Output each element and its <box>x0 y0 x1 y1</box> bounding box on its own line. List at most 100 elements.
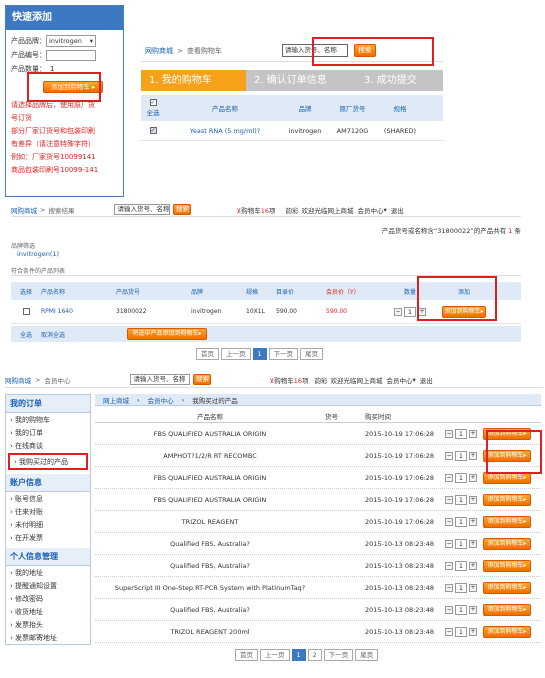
nav-home[interactable]: 网购商城 <box>11 205 37 215</box>
add-to-cart-button[interactable]: 添加到购物车▸ <box>483 493 531 506</box>
pager-last[interactable]: 尾页 <box>355 649 379 661</box>
row-product-name[interactable]: AMPHOT?1/2/R RT RECOMBC <box>95 452 325 460</box>
plus-icon[interactable]: + <box>469 561 477 570</box>
search-button[interactable]: 搜索 <box>173 204 192 215</box>
pager-next[interactable]: 下一页 <box>323 649 354 661</box>
chevron-down-icon: ▾ <box>383 205 387 214</box>
row-product-name[interactable]: Qualified FBS, Australia? <box>95 562 325 570</box>
row-product-name[interactable]: RPMI 1640 <box>41 308 116 315</box>
minus-icon[interactable]: − <box>445 583 453 592</box>
quantity-stepper[interactable]: −1 + <box>445 516 477 527</box>
nav-home[interactable]: 网购商城 <box>5 375 31 385</box>
row-product-name[interactable]: SuperScript III One-Step RT-PCR System w… <box>95 584 325 592</box>
sidebar-item-invoices[interactable]: › 在开发票 <box>6 531 90 544</box>
select-all-link[interactable]: 全选 <box>11 330 41 339</box>
breadcrumb-item[interactable]: 会员中心 <box>140 395 182 405</box>
breadcrumb-item[interactable]: 网上商城 <box>95 395 137 405</box>
sidebar-item-purchased[interactable]: › 我购买过的产品 <box>8 453 88 470</box>
plus-icon[interactable]: + <box>469 605 477 614</box>
row-product-name[interactable]: FBS QUALIFIED AUSTRALIA ORIGIN <box>95 430 325 438</box>
plus-icon[interactable]: + <box>469 517 477 526</box>
plus-icon[interactable]: + <box>469 495 477 504</box>
sidebar-item-negotiation[interactable]: › 在线商谈 <box>6 439 90 452</box>
cancel-all-link[interactable]: 取消全选 <box>41 330 127 339</box>
add-to-cart-button[interactable]: 添加到购物车▸ <box>483 581 531 594</box>
minus-icon[interactable]: − <box>445 627 453 636</box>
row-product-name[interactable]: Yeast RNA (5 mg/ml)? <box>165 127 285 135</box>
plus-icon[interactable]: + <box>469 539 477 548</box>
search-input[interactable]: 请输入货号、名称 <box>114 204 171 215</box>
select-all-checkbox[interactable]: ✓ <box>149 99 157 106</box>
bulk-add-button[interactable]: 将选中产品添加到购物车▸ <box>127 328 207 340</box>
breadcrumb-home[interactable]: 网购商城 <box>145 46 173 56</box>
member-center-link[interactable]: 会员中心 <box>387 375 413 385</box>
quantity-stepper[interactable]: −1 + <box>445 494 477 505</box>
sidebar-item-shipping[interactable]: › 收货地址 <box>6 605 90 618</box>
minus-icon[interactable]: − <box>445 517 453 526</box>
minus-icon[interactable]: − <box>445 561 453 570</box>
pager-page-1[interactable]: 1 <box>291 649 306 661</box>
quantity-stepper[interactable]: −1 + <box>445 428 477 439</box>
row-checkbox[interactable] <box>22 308 30 315</box>
sidebar-item-account[interactable]: › 账号信息 <box>6 492 90 505</box>
minus-icon[interactable]: − <box>445 451 453 460</box>
sidebar-item-notifications[interactable]: › 提醒通知设置 <box>6 579 90 592</box>
quantity-stepper[interactable]: −1 + <box>445 538 477 549</box>
sidebar-item-invoice-title[interactable]: › 发票抬头 <box>6 618 90 631</box>
minus-icon[interactable]: − <box>445 605 453 614</box>
quantity-stepper[interactable]: −1 + <box>445 472 477 483</box>
pager-page-2[interactable]: 2 <box>307 649 322 661</box>
minus-icon[interactable]: − <box>445 429 453 438</box>
add-to-cart-button[interactable]: 添加到购物车▸ <box>483 537 531 550</box>
filter-brand-link[interactable]: invitrogen(1) <box>17 250 521 258</box>
sidebar-item-cart[interactable]: › 我的购物车 <box>6 413 90 426</box>
sidebar-item-invoice-address[interactable]: › 发票邮寄地址 <box>6 631 90 644</box>
cart-icon[interactable]: ⊻购物车16项 <box>269 375 308 385</box>
pager-prev[interactable]: 上一页 <box>221 348 251 360</box>
add-to-cart-button[interactable]: 添加到购物车▸ <box>483 603 531 616</box>
logout-link[interactable]: 退出 <box>420 375 433 385</box>
plus-icon[interactable]: + <box>469 429 477 438</box>
sidebar-item-address[interactable]: › 我的地址 <box>6 566 90 579</box>
row-product-name[interactable]: FBS QUALIFIED AUSTRALIA ORIGIN <box>95 496 325 504</box>
pager-first[interactable]: 首页 <box>196 348 219 360</box>
plus-icon[interactable]: + <box>469 473 477 482</box>
row-product-name[interactable]: TRIZOL REAGENT 200ml <box>95 628 325 636</box>
plus-icon[interactable]: + <box>469 583 477 592</box>
add-to-cart-button[interactable]: 添加到购物车▸ <box>483 559 531 572</box>
row-product-name[interactable]: Qualified FBS, Australia? <box>95 606 325 614</box>
row-checkbox[interactable]: ✓ <box>149 127 157 134</box>
row-product-name[interactable]: FBS QUALIFIED AUSTRALIA ORIGIN <box>95 474 325 482</box>
row-product-name[interactable]: Qualified FBS, Australia? <box>95 540 325 548</box>
pager-page[interactable]: 1 <box>252 348 267 360</box>
search-button[interactable]: 搜索 <box>193 374 212 385</box>
pager-next[interactable]: 下一页 <box>268 348 299 360</box>
add-to-cart-button[interactable]: 添加到购物车▸ <box>483 625 531 638</box>
minus-icon[interactable]: − <box>445 539 453 548</box>
pager-prev[interactable]: 上一页 <box>260 649 290 661</box>
quantity-stepper[interactable]: −1 + <box>445 582 477 593</box>
minus-icon[interactable]: − <box>394 307 402 316</box>
row-product-name[interactable]: TRIZOL REAGENT <box>95 518 325 526</box>
sidebar-item-unpaid[interactable]: › 未付明细 <box>6 518 90 531</box>
minus-icon[interactable]: − <box>445 473 453 482</box>
add-to-cart-button[interactable]: 添加到购物车▸ <box>483 515 531 528</box>
sidebar-item-orders[interactable]: › 我的订单 <box>6 426 90 439</box>
product-code-input[interactable] <box>46 49 96 61</box>
quantity-stepper[interactable]: −1 + <box>445 626 477 637</box>
cart-icon[interactable]: ⊻购物车16项 <box>236 205 275 215</box>
sidebar-item-password[interactable]: › 修改密码 <box>6 592 90 605</box>
quantity-stepper[interactable]: −1 + <box>445 560 477 571</box>
sidebar-item-statement[interactable]: › 往来对账 <box>6 505 90 518</box>
search-input[interactable]: 请输入货号、名称 <box>130 374 191 385</box>
minus-icon[interactable]: − <box>445 495 453 504</box>
quantity-stepper[interactable]: −1 + <box>445 604 477 615</box>
logout-link[interactable]: 退出 <box>391 205 404 215</box>
pager-last[interactable]: 尾页 <box>300 348 324 360</box>
pager-first[interactable]: 首页 <box>235 649 258 661</box>
plus-icon[interactable]: + <box>469 451 477 460</box>
brand-select[interactable]: invitrogen ▾ <box>46 35 96 47</box>
member-center-link[interactable]: 会员中心 <box>358 205 384 215</box>
quantity-stepper[interactable]: −1 + <box>445 450 477 461</box>
plus-icon[interactable]: + <box>469 627 477 636</box>
